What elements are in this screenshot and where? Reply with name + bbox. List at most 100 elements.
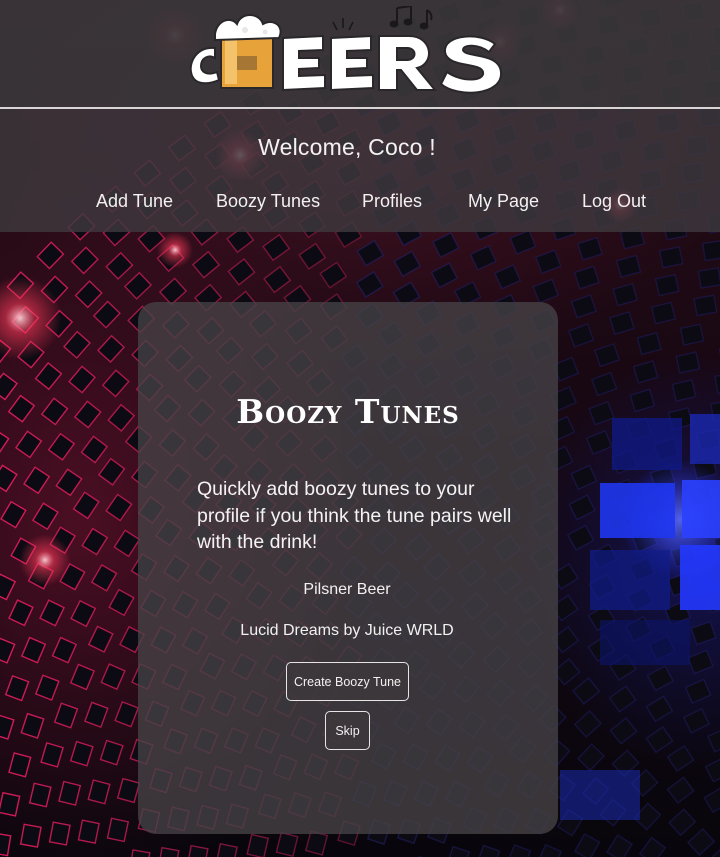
mirror-tile — [536, 843, 563, 857]
skip-button[interactable]: Skip — [325, 711, 370, 750]
mirror-tile — [77, 819, 100, 844]
mirror-tile — [81, 527, 109, 556]
mirror-tile — [97, 334, 126, 363]
mirror-tile — [19, 823, 42, 848]
mirror-tile — [74, 280, 103, 309]
mirror-tile — [355, 270, 384, 298]
mirror-tile — [573, 265, 600, 290]
mirror-tile — [20, 636, 47, 664]
mirror-tile — [20, 712, 45, 739]
mirror-tile — [0, 636, 16, 664]
mirror-tile — [506, 843, 532, 857]
mirror-tile — [668, 808, 697, 837]
mirror-tile — [356, 239, 385, 267]
mirror-tile — [34, 362, 63, 391]
mirror-tile — [87, 779, 111, 805]
beer-foam-icon — [214, 14, 282, 89]
mirror-tile — [509, 229, 537, 255]
mirror-tile — [215, 842, 238, 857]
mirror-tile — [693, 294, 718, 317]
mirror-tile — [0, 713, 15, 740]
mirror-tile — [116, 777, 141, 804]
mirror-tile — [573, 832, 601, 857]
mirror-tile — [304, 830, 329, 856]
mirror-tile — [705, 847, 720, 857]
mirror-tile — [666, 776, 695, 804]
logo-letters — [282, 34, 503, 94]
mirror-tile — [706, 727, 720, 753]
mirror-tile — [186, 844, 209, 857]
mirror-tile — [684, 678, 712, 704]
nav-boozy-tunes[interactable]: Boozy Tunes — [216, 191, 320, 212]
mirror-tile — [0, 428, 10, 457]
mirror-tile — [645, 695, 674, 723]
mirror-tile — [654, 273, 680, 297]
mirror-tile — [92, 300, 121, 329]
mirror-tile — [570, 464, 598, 491]
mirror-tile — [494, 264, 522, 290]
mirror-tile — [15, 430, 43, 459]
mirror-tile — [476, 844, 501, 857]
mirror-tile — [566, 524, 595, 551]
mirror-tile — [576, 743, 606, 772]
card-title: Boozy Tunes — [236, 392, 460, 431]
mirror-tile — [606, 834, 634, 857]
mirror-tile — [658, 246, 684, 269]
mirror-tile — [687, 827, 716, 856]
mirror-tile — [535, 249, 562, 275]
mirror-tile — [100, 663, 126, 691]
mirror-tile — [697, 267, 720, 289]
mirror-tile — [632, 360, 659, 384]
mirror-tile — [646, 665, 675, 692]
mirror-tile — [585, 429, 613, 456]
mirror-tile — [34, 674, 60, 701]
create-boozy-tune-button[interactable]: Create Boozy Tune — [286, 662, 409, 701]
nav-add-tune[interactable]: Add Tune — [96, 191, 173, 212]
nav-profiles[interactable]: Profiles — [362, 191, 422, 212]
mirror-tile — [123, 271, 153, 300]
mirror-tile — [690, 620, 717, 646]
mirror-tile — [275, 831, 299, 857]
mirror-tile — [48, 821, 71, 846]
nav-my-page[interactable]: My Page — [468, 191, 539, 212]
welcome-message: Welcome, Coco ! — [258, 134, 436, 160]
mirror-tile — [69, 663, 96, 691]
mirror-tile — [609, 311, 635, 335]
boozy-tunes-card — [138, 302, 558, 834]
mirror-tile — [319, 261, 348, 289]
mirror-tile — [105, 251, 134, 280]
mirror-tile — [105, 493, 133, 522]
mirror-tile — [55, 468, 83, 497]
mirror-tile — [567, 323, 595, 348]
cheers-logo[interactable] — [185, 4, 515, 98]
cheers-logo-graphic — [189, 4, 503, 94]
mirror-tile — [650, 301, 676, 325]
mirror-tile — [675, 351, 701, 374]
mirror-tile — [47, 432, 76, 461]
mirror-tile — [70, 246, 99, 275]
main-nav: Add Tune Boozy Tunes Profiles My Page Lo… — [0, 191, 720, 219]
mirror-tile — [570, 294, 597, 319]
nav-log-out[interactable]: Log Out — [582, 191, 646, 212]
mirror-tile — [40, 742, 64, 768]
mirror-tile — [31, 502, 59, 531]
mirror-tile — [23, 466, 51, 495]
mirror-tile — [568, 494, 596, 521]
mirror-tile — [97, 457, 126, 486]
mirror-tile — [608, 685, 637, 713]
mirror-tile — [298, 242, 327, 270]
mirror-tile — [446, 845, 471, 857]
mirror-tile — [246, 833, 270, 857]
mirror-tile — [704, 756, 720, 783]
mirror-tile — [158, 277, 188, 306]
mirror-tile — [113, 529, 141, 558]
mirror-tile — [679, 323, 705, 346]
mirror-tile — [532, 278, 560, 304]
drink-name: Pilsner Beer — [303, 581, 391, 598]
mirror-tile — [636, 331, 662, 356]
mirror-tile — [714, 372, 720, 394]
mirror-tile — [0, 464, 18, 493]
mirror-tile — [157, 846, 180, 857]
mirror-tile — [577, 236, 603, 261]
mirror-tile — [702, 239, 720, 262]
